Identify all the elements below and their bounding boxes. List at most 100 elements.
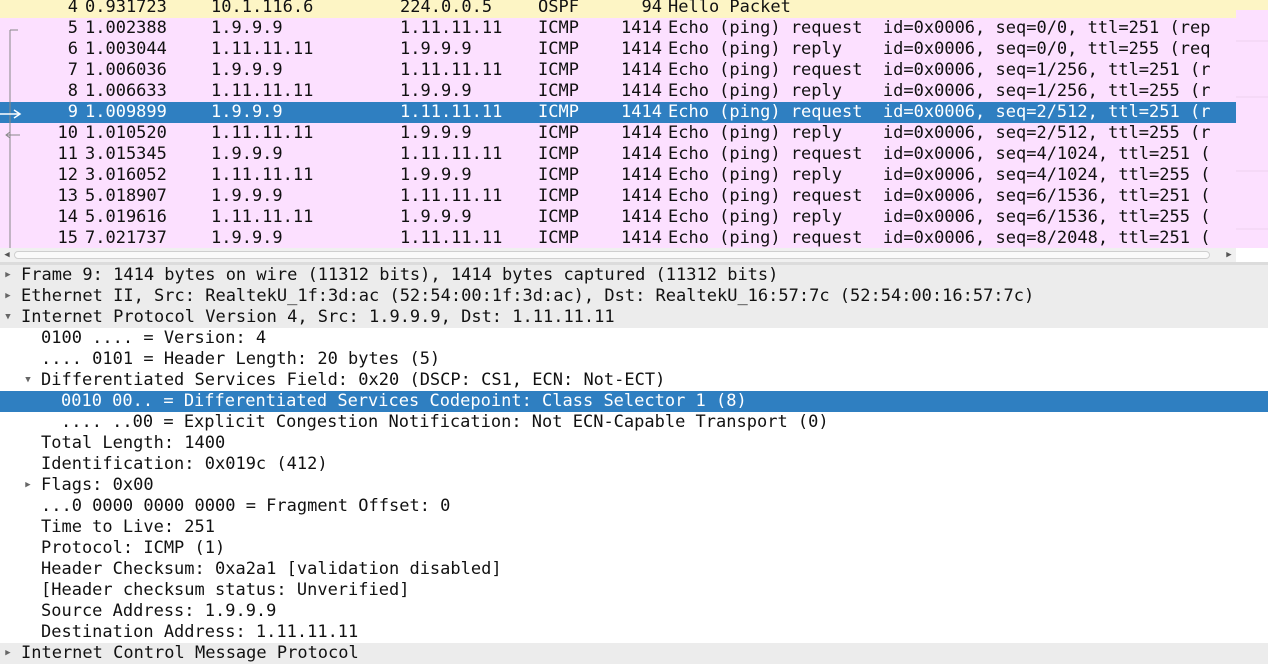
packet-protocol: ICMP xyxy=(538,60,579,80)
tree-item-icmp[interactable]: ▶ Internet Control Message Protocol xyxy=(0,643,1268,664)
packet-row[interactable]: 11 3.015345 1.9.9.9 1.11.11.11 ICMP 1414 Echo … xyxy=(0,144,1236,165)
packet-row[interactable]: 5 1.002388 1.9.9.9 1.11.11.11 ICMP 1414 Echo (… xyxy=(0,18,1236,39)
packet-info: Echo (ping) reply id=0x0006, seq=1/256, … xyxy=(668,81,1211,101)
tree-item-label: [Header checksum status: Unverified] xyxy=(41,580,410,600)
tree-item-label: Identification: 0x019c (412) xyxy=(41,454,328,474)
tree-item-identification[interactable]: Identification: 0x019c (412) xyxy=(0,454,1268,475)
packet-destination: 1.11.11.11 xyxy=(400,18,503,38)
packet-info: Echo (ping) reply id=0x0006, seq=6/1536,… xyxy=(668,207,1211,227)
packet-list[interactable]: 4 0.931723 10.1.116.6 224.0.0.5 OSPF 94 Hello … xyxy=(0,0,1268,262)
packet-source: 1.11.11.11 xyxy=(211,81,314,101)
tree-item-checksum-status[interactable]: [Header checksum status: Unverified] xyxy=(0,580,1268,601)
packet-length: 1414 xyxy=(621,81,662,101)
triangle-right-icon[interactable]: ▶ xyxy=(2,643,14,664)
tree-item-fragment-offset[interactable]: ...0 0000 0000 0000 = Fragment Offset: 0 xyxy=(0,496,1268,517)
tree-item-label: Source Address: 1.9.9.9 xyxy=(41,601,277,621)
packet-row[interactable]: 10 1.010520 1.11.11.11 1.9.9.9 ICMP 1414 Echo … xyxy=(0,123,1236,144)
packet-length: 1414 xyxy=(621,60,662,80)
tree-item-label: 0010 00.. = Differentiated Services Code… xyxy=(61,391,747,411)
triangle-right-icon[interactable]: ▶ xyxy=(22,475,34,496)
packet-time: 1.006036 xyxy=(85,60,167,80)
packet-protocol: ICMP xyxy=(538,228,579,248)
scroll-right-icon[interactable]: ▶ xyxy=(1222,248,1236,262)
packet-info: Echo (ping) reply id=0x0006, seq=2/512, … xyxy=(668,123,1211,143)
packet-row[interactable]: 7 1.006036 1.9.9.9 1.11.11.11 ICMP 1414 Echo (… xyxy=(0,60,1236,81)
packet-info: Echo (ping) request id=0x0006, seq=1/256… xyxy=(668,60,1211,80)
packet-source: 1.9.9.9 xyxy=(211,102,283,122)
packet-destination: 1.11.11.11 xyxy=(400,186,503,206)
triangle-right-icon[interactable]: ▶ xyxy=(2,265,14,286)
packet-info: Echo (ping) request id=0x0006, seq=8/204… xyxy=(668,228,1211,248)
horizontal-scrollbar[interactable]: ◀ ▶ xyxy=(0,248,1236,262)
tree-item-src-addr[interactable]: Source Address: 1.9.9.9 xyxy=(0,601,1268,622)
triangle-right-icon[interactable]: ▶ xyxy=(2,286,14,307)
packet-number: 9 xyxy=(67,102,78,122)
tree-item-protocol[interactable]: Protocol: ICMP (1) xyxy=(0,538,1268,559)
tree-item-dsfield[interactable]: ▼ Differentiated Services Field: 0x20 (DS… xyxy=(0,370,1268,391)
packet-time: 5.019616 xyxy=(85,207,167,227)
tree-item-flags[interactable]: ▶ Flags: 0x00 xyxy=(0,475,1268,496)
packet-row[interactable]: 15 7.021737 1.9.9.9 1.11.11.11 ICMP 1414 Echo … xyxy=(0,228,1236,249)
tree-item-version[interactable]: 0100 .... = Version: 4 xyxy=(0,328,1268,349)
packet-minimap[interactable] xyxy=(1236,0,1268,248)
packet-number: 10 xyxy=(57,123,78,143)
tree-item-dscp[interactable]: 0010 00.. = Differentiated Services Code… xyxy=(0,391,1268,412)
packet-protocol: ICMP xyxy=(538,123,579,143)
packet-source: 1.11.11.11 xyxy=(211,165,314,185)
packet-time: 1.002388 xyxy=(85,18,167,38)
tree-item-total-length[interactable]: Total Length: 1400 xyxy=(0,433,1268,454)
packet-info: Hello Packet xyxy=(668,0,791,17)
tree-item-label: Frame 9: 1414 bytes on wire (11312 bits)… xyxy=(21,265,779,285)
minimap-band xyxy=(1236,96,1268,98)
packet-length: 1414 xyxy=(621,144,662,164)
scrollbar-thumb[interactable] xyxy=(14,251,1210,259)
packet-info: Echo (ping) request id=0x0006, seq=2/512… xyxy=(668,102,1211,122)
tree-item-label: Ethernet II, Src: RealtekU_1f:3d:ac (52:… xyxy=(21,286,1035,306)
packet-number: 11 xyxy=(57,144,78,164)
packet-protocol: ICMP xyxy=(538,207,579,227)
packet-time: 3.015345 xyxy=(85,144,167,164)
packet-length: 1414 xyxy=(621,102,662,122)
packet-row[interactable]: 12 3.016052 1.11.11.11 1.9.9.9 ICMP 1414 Echo … xyxy=(0,165,1236,186)
packet-info: Echo (ping) request id=0x0006, seq=6/153… xyxy=(668,186,1211,206)
packet-row[interactable]: 4 0.931723 10.1.116.6 224.0.0.5 OSPF 94 Hello … xyxy=(0,0,1236,18)
scroll-left-icon[interactable]: ◀ xyxy=(0,248,14,262)
packet-protocol: ICMP xyxy=(538,18,579,38)
packet-time: 7.021737 xyxy=(85,228,167,248)
tree-item-dst-addr[interactable]: Destination Address: 1.11.11.11 xyxy=(0,622,1268,643)
packet-info: Echo (ping) reply id=0x0006, seq=4/1024,… xyxy=(668,165,1211,185)
tree-item-header-length[interactable]: .... 0101 = Header Length: 20 bytes (5) xyxy=(0,349,1268,370)
tree-item-checksum[interactable]: Header Checksum: 0xa2a1 [validation disa… xyxy=(0,559,1268,580)
tree-item-label: .... ..00 = Explicit Congestion Notifica… xyxy=(61,412,829,432)
tree-item-ecn[interactable]: .... ..00 = Explicit Congestion Notifica… xyxy=(0,412,1268,433)
tree-item-label: 0100 .... = Version: 4 xyxy=(41,328,267,348)
tree-item-label: Internet Control Message Protocol xyxy=(21,643,359,663)
packet-row-selected[interactable]: 9 1.009899 1.9.9.9 1.11.11.11 ICMP 1414 Echo (… xyxy=(0,102,1236,123)
tree-item-ethernet[interactable]: ▶ Ethernet II, Src: RealtekU_1f:3d:ac (52… xyxy=(0,286,1268,307)
packet-source: 1.9.9.9 xyxy=(211,60,283,80)
packet-details-tree[interactable]: ▶ Frame 9: 1414 bytes on wire (11312 bits… xyxy=(0,265,1268,671)
minimap-band xyxy=(1236,228,1268,230)
tree-item-label: Time to Live: 251 xyxy=(41,517,215,537)
packet-destination: 1.11.11.11 xyxy=(400,228,503,248)
packet-row[interactable]: 14 5.019616 1.11.11.11 1.9.9.9 ICMP 1414 Echo … xyxy=(0,207,1236,228)
packet-time: 1.003044 xyxy=(85,39,167,59)
packet-number: 6 xyxy=(67,39,78,59)
packet-source: 1.11.11.11 xyxy=(211,207,314,227)
packet-time: 5.018907 xyxy=(85,186,167,206)
packet-row[interactable]: 13 5.018907 1.9.9.9 1.11.11.11 ICMP 1414 Echo … xyxy=(0,186,1236,207)
tree-item-frame[interactable]: ▶ Frame 9: 1414 bytes on wire (11312 bits… xyxy=(0,265,1268,286)
packet-time: 1.010520 xyxy=(85,123,167,143)
tree-item-ipv4[interactable]: ▼ Internet Protocol Version 4, Src: 1.9.9… xyxy=(0,307,1268,328)
packet-row[interactable]: 6 1.003044 1.11.11.11 1.9.9.9 ICMP 1414 Echo (… xyxy=(0,39,1236,60)
packet-length: 1414 xyxy=(621,207,662,227)
packet-destination: 1.11.11.11 xyxy=(400,144,503,164)
packet-source: 1.9.9.9 xyxy=(211,144,283,164)
triangle-down-icon[interactable]: ▼ xyxy=(22,370,34,391)
packet-number: 8 xyxy=(67,81,78,101)
tree-item-ttl[interactable]: Time to Live: 251 xyxy=(0,517,1268,538)
minimap-band xyxy=(1236,170,1268,172)
triangle-down-icon[interactable]: ▼ xyxy=(2,307,14,328)
packet-source: 1.11.11.11 xyxy=(211,123,314,143)
packet-row[interactable]: 8 1.006633 1.11.11.11 1.9.9.9 ICMP 1414 Echo (… xyxy=(0,81,1236,102)
